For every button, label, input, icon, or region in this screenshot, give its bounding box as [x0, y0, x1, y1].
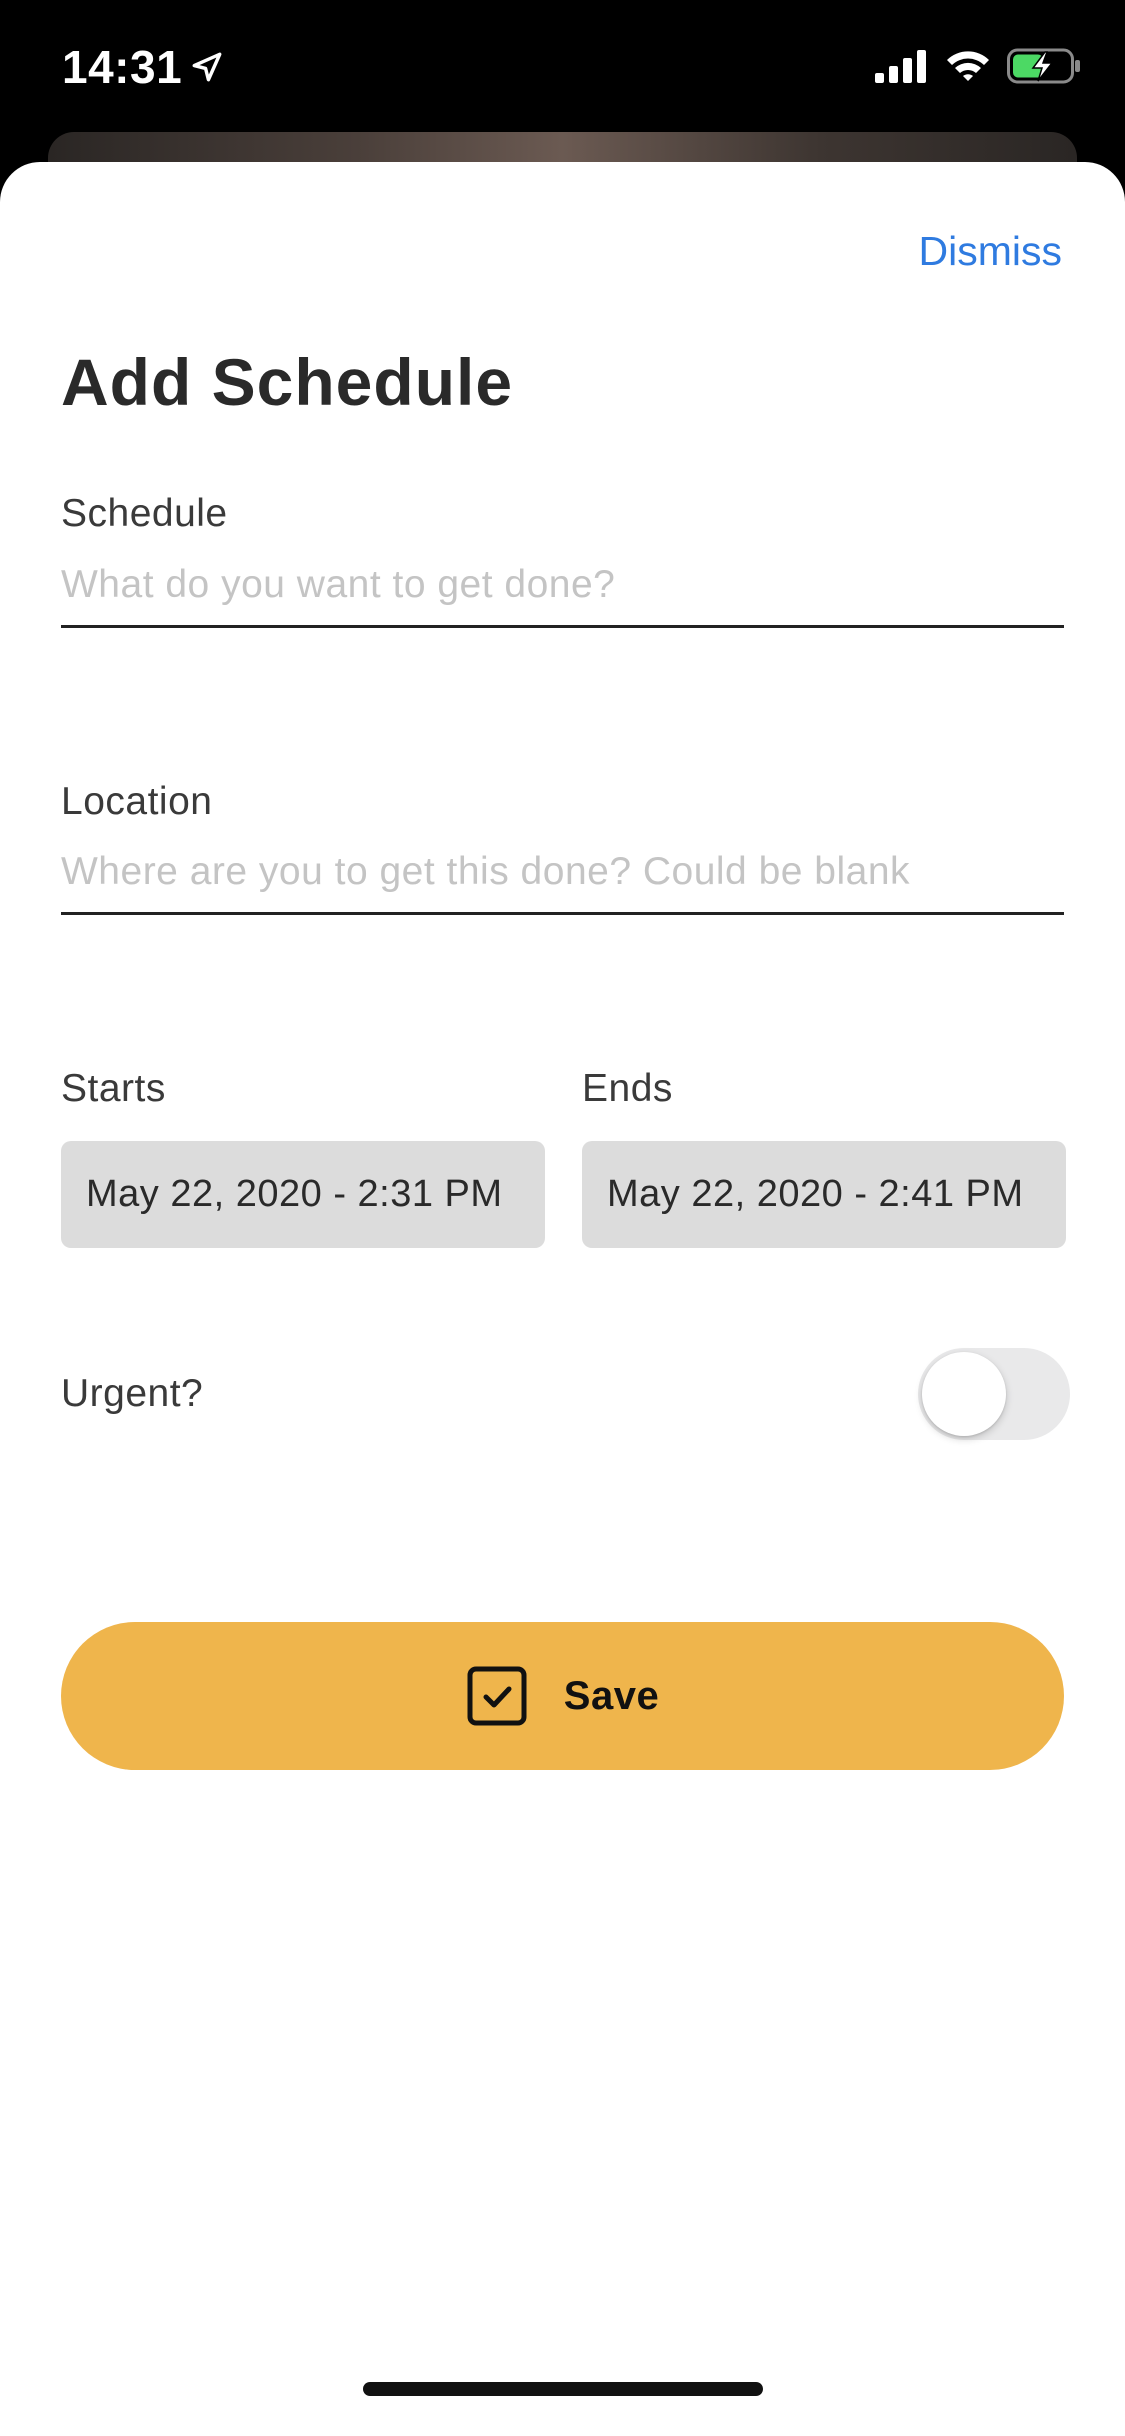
starts-date-value: May 22, 2020 - 2:31 PM	[86, 1173, 503, 1215]
schedule-input[interactable]	[61, 545, 1064, 628]
save-button[interactable]: Save	[61, 1622, 1064, 1770]
starts-label: Starts	[61, 1067, 166, 1110]
status-icons	[875, 48, 1081, 84]
ends-label: Ends	[582, 1067, 673, 1110]
toggle-knob	[922, 1352, 1006, 1436]
battery-charging-icon	[1007, 48, 1080, 84]
checkbox-check-icon	[467, 1666, 527, 1726]
wifi-icon	[947, 51, 989, 81]
dismiss-button[interactable]: Dismiss	[919, 228, 1062, 275]
add-schedule-sheet: Dismiss Add Schedule Schedule Location S…	[0, 162, 1125, 2436]
ends-date-picker[interactable]: May 22, 2020 - 2:41 PM	[582, 1141, 1066, 1248]
status-time: 14:31	[62, 40, 224, 94]
urgent-toggle[interactable]	[918, 1348, 1070, 1440]
starts-date-picker[interactable]: May 22, 2020 - 2:31 PM	[61, 1141, 545, 1248]
location-input[interactable]	[61, 832, 1064, 915]
location-arrow-icon	[192, 52, 222, 82]
status-time-text: 14:31	[62, 41, 183, 93]
save-button-label: Save	[563, 1673, 660, 1718]
urgent-label: Urgent?	[61, 1372, 204, 1415]
cellular-signal-icon	[875, 50, 926, 83]
ends-date-value: May 22, 2020 - 2:41 PM	[607, 1173, 1024, 1215]
location-label: Location	[61, 780, 213, 823]
page-title: Add Schedule	[61, 345, 514, 419]
schedule-label: Schedule	[61, 492, 228, 535]
status-bar: 14:31	[0, 0, 1125, 135]
screen: 14:31 Dismiss Add Schedule Schedule What…	[0, 0, 1125, 2436]
home-indicator[interactable]	[363, 2382, 763, 2396]
